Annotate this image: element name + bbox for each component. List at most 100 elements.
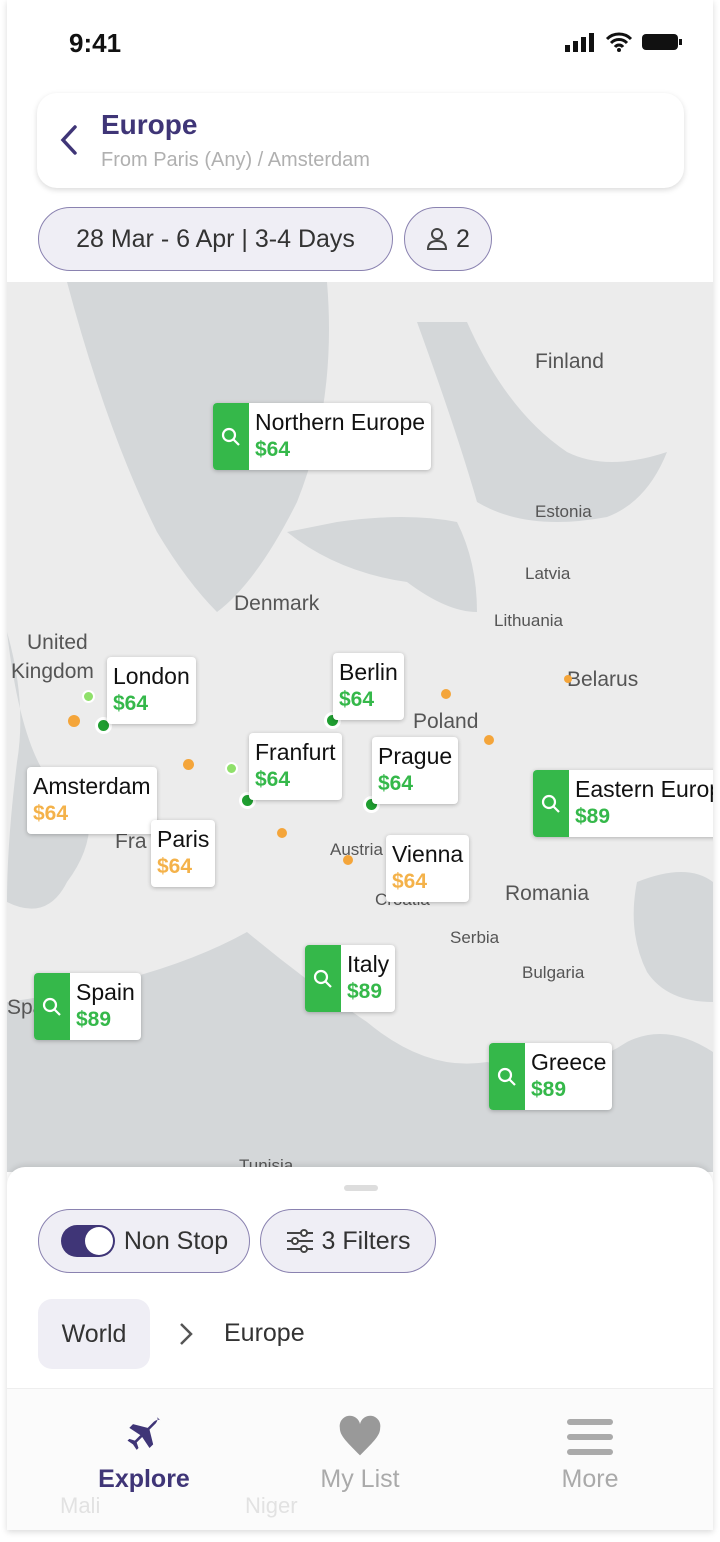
map-card-eastern-europe[interactable]: Eastern Europe $89 (533, 770, 713, 837)
map-label: Bulgaria (522, 963, 585, 982)
map-label: Latvia (525, 564, 571, 583)
search-icon (34, 973, 70, 1040)
route-subtitle: From Paris (Any) / Amsterdam (101, 149, 370, 171)
travelers-chip[interactable]: 2 (404, 207, 492, 271)
status-bar: 9:41 (7, 0, 713, 80)
tab-more[interactable]: More (490, 1415, 690, 1530)
card-price: $89 (76, 1008, 112, 1031)
search-icon (533, 770, 569, 837)
search-icon (305, 945, 341, 1012)
card-name: Italy (347, 951, 390, 977)
search-header[interactable]: Europe From Paris (Any) / Amsterdam (37, 93, 684, 188)
map-label: Romania (505, 882, 590, 905)
dates-chip[interactable]: 28 Mar - 6 Apr | 3-4 Days (38, 207, 393, 271)
card-name: Paris (157, 826, 210, 852)
map-card-vienna[interactable]: Vienna $64 (386, 835, 470, 902)
person-icon (427, 228, 448, 250)
destination-dot[interactable] (564, 675, 572, 683)
card-price: $64 (255, 438, 291, 461)
tab-label: My List (320, 1465, 400, 1493)
back-chevron-icon[interactable] (59, 123, 79, 157)
battery-icon (642, 34, 682, 50)
card-price: $64 (392, 870, 428, 893)
map-card-northern-europe[interactable]: Northern Europe $64 (213, 403, 432, 470)
destination-dot[interactable] (441, 689, 451, 699)
heart-icon (339, 1415, 381, 1456)
dates-label: 28 Mar - 6 Apr | 3-4 Days (76, 224, 355, 253)
breadcrumb-current: Europe (224, 1319, 305, 1347)
destination-dot[interactable] (343, 855, 353, 865)
card-name: Franfurt (255, 739, 336, 765)
map-label: Denmark (234, 592, 320, 615)
card-price: $64 (157, 855, 193, 878)
card-price: $89 (347, 980, 383, 1003)
breadcrumb-root-label: World (61, 1319, 127, 1348)
card-price: $64 (113, 692, 149, 715)
search-icon (213, 403, 249, 470)
nonstop-label: Non Stop (123, 1226, 229, 1255)
map-card-greece[interactable]: Greece $89 (489, 1043, 613, 1110)
chevron-right-icon (180, 1323, 193, 1345)
card-name: Greece (531, 1049, 607, 1075)
page-title: Europe (101, 109, 198, 140)
map-label: Lithuania (494, 611, 564, 630)
destination-dot[interactable] (225, 762, 238, 775)
map-label: Belarus (567, 668, 639, 691)
map-card-spain[interactable]: Spain $89 (34, 973, 141, 1040)
destination-dot[interactable] (484, 735, 494, 745)
tab-label: More (561, 1465, 619, 1493)
breadcrumb-world[interactable]: World (38, 1299, 150, 1369)
app-frame: 9:41 Europe From Paris (Any) / Amsterdam… (7, 0, 713, 1530)
card-name: Berlin (339, 659, 398, 685)
card-price: $89 (575, 805, 611, 828)
map-card-italy[interactable]: Italy $89 (305, 945, 396, 1012)
map-card-london[interactable]: London $64 (107, 657, 196, 724)
map-label: Poland (413, 710, 479, 733)
tab-my-list[interactable]: My List (260, 1415, 460, 1530)
card-name: London (113, 663, 190, 689)
search-icon (489, 1043, 525, 1110)
menu-icon (567, 1419, 613, 1455)
map-card-paris[interactable]: Paris $64 (151, 820, 216, 887)
card-name: Northern Europe (255, 409, 426, 435)
map[interactable]: Finland Estonia Latvia Lithuania Belarus… (7, 282, 713, 1172)
card-name: Vienna (392, 841, 464, 867)
card-name: Prague (378, 743, 453, 769)
destination-dot[interactable] (68, 715, 80, 727)
map-card-prague[interactable]: Prague $64 (372, 737, 459, 804)
destination-dot[interactable] (277, 828, 287, 838)
destination-dot[interactable] (183, 759, 194, 770)
filters-button[interactable]: 3 Filters (260, 1209, 436, 1273)
sheet-handle[interactable] (344, 1185, 378, 1191)
card-price: $64 (255, 768, 291, 791)
card-price: $64 (33, 802, 69, 825)
nonstop-toggle[interactable]: Non Stop (38, 1209, 250, 1273)
map-card-amsterdam[interactable]: Amsterdam $64 (27, 767, 157, 834)
map-card-berlin[interactable]: Berlin $64 (333, 653, 404, 720)
card-name: Spain (76, 979, 135, 1005)
card-price: $64 (339, 688, 375, 711)
card-name: Amsterdam (33, 773, 151, 799)
filters-label: 3 Filters (321, 1226, 411, 1255)
wifi-icon (605, 32, 633, 52)
signal-icon (565, 33, 594, 52)
map-label: Kingdom (11, 660, 94, 683)
tab-bar: Mali Niger Explore My List More (7, 1388, 713, 1530)
map-label: Estonia (535, 502, 592, 521)
card-price: $64 (378, 772, 414, 795)
card-name: Eastern Europe (575, 776, 713, 802)
map-card-franfurt[interactable]: Franfurt $64 (249, 733, 342, 800)
plane-icon (127, 1416, 161, 1450)
tab-explore[interactable]: Explore (44, 1415, 244, 1530)
toggle-switch-icon (60, 1225, 115, 1257)
map-label: Serbia (450, 928, 500, 947)
map-label: United (27, 631, 88, 654)
sliders-icon (286, 1229, 313, 1253)
card-price: $89 (531, 1078, 567, 1101)
map-label: Austria (330, 840, 383, 859)
tab-label: Explore (98, 1465, 190, 1493)
map-label: Finland (535, 350, 604, 373)
clock: 9:41 (69, 28, 122, 58)
travelers-count: 2 (456, 224, 470, 253)
destination-dot[interactable] (82, 690, 95, 703)
